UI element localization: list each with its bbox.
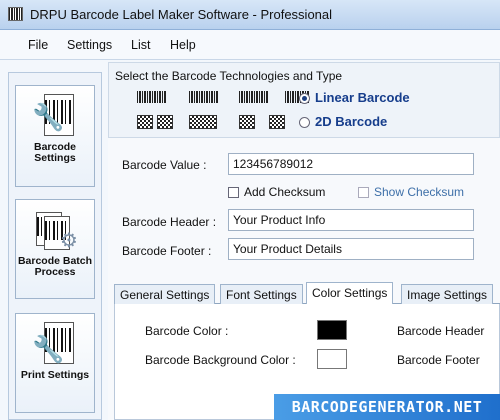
main-content: Select the Barcode Technologies and Type… <box>108 62 500 420</box>
sidebar-item-barcode-settings[interactable]: 🔧 Barcode Settings <box>15 85 95 187</box>
twod-barcode-label[interactable]: 2D Barcode <box>315 114 387 129</box>
print-settings-icon: 🔧 <box>30 320 80 368</box>
tab-font-settings[interactable]: Font Settings <box>220 284 303 304</box>
title-bar: DRPU Barcode Label Maker Software - Prof… <box>0 0 500 30</box>
barcode-footer-color-label: Barcode Footer <box>397 353 480 367</box>
app-icon <box>8 7 23 21</box>
tab-general-settings[interactable]: General Settings <box>114 284 216 304</box>
linear-barcode-label[interactable]: Linear Barcode <box>315 90 410 105</box>
menu-bar: File Settings List Help <box>0 30 500 60</box>
linear-barcode-radio[interactable] <box>299 93 310 104</box>
add-checksum-checkbox[interactable] <box>228 187 239 198</box>
barcode-settings-icon: 🔧 <box>30 92 80 140</box>
barcode-technology-group: Select the Barcode Technologies and Type… <box>108 62 500 138</box>
sidebar-item-batch-process[interactable]: ⚙ Barcode Batch Process <box>15 199 95 299</box>
tab-color-settings[interactable]: Color Settings <box>306 282 394 304</box>
barcode-footer-label: Barcode Footer : <box>122 244 212 258</box>
sidebar-item-label: Barcode Settings <box>33 141 76 164</box>
show-checksum-label[interactable]: Show Checksum <box>374 185 464 199</box>
menu-list[interactable]: List <box>131 38 150 52</box>
menu-help[interactable]: Help <box>170 38 196 52</box>
menu-settings[interactable]: Settings <box>67 38 112 52</box>
linear-sample-icon <box>189 91 219 103</box>
barcode-footer-input[interactable] <box>228 238 474 260</box>
barcode-header-input[interactable] <box>228 209 474 231</box>
sidebar-item-label: Print Settings <box>20 369 90 381</box>
twod-sample-icon <box>137 115 153 129</box>
twod-sample-icon <box>239 115 255 129</box>
settings-tabs: General Settings Font Settings Color Set… <box>114 282 500 304</box>
sidebar-item-print-settings[interactable]: 🔧 Print Settings <box>15 313 95 413</box>
barcode-value-input[interactable] <box>228 153 474 175</box>
window-title: DRPU Barcode Label Maker Software - Prof… <box>30 7 333 22</box>
tab-image-settings[interactable]: Image Settings <box>401 284 494 304</box>
sidebar-item-label: Barcode Batch Process <box>17 255 93 278</box>
menu-file[interactable]: File <box>28 38 48 52</box>
show-checksum-checkbox[interactable] <box>358 187 369 198</box>
background-color-label: Barcode Background Color : <box>145 353 296 367</box>
watermark-banner: BARCODEGENERATOR.NET <box>274 394 500 420</box>
barcode-header-label: Barcode Header : <box>122 215 217 229</box>
tech-group-title: Select the Barcode Technologies and Type <box>115 69 343 83</box>
barcode-color-swatch[interactable] <box>317 320 347 340</box>
background-color-swatch[interactable] <box>317 349 347 369</box>
sidebar: 🔧 Barcode Settings ⚙ Barcode Batch Proce… <box>8 72 102 420</box>
twod-sample-icon <box>157 115 173 129</box>
add-checksum-label[interactable]: Add Checksum <box>244 185 325 199</box>
barcode-color-label: Barcode Color : <box>145 324 229 338</box>
twod-barcode-radio[interactable] <box>299 117 310 128</box>
barcode-header-color-label: Barcode Header <box>397 324 485 338</box>
barcode-value-label: Barcode Value : <box>122 158 207 172</box>
twod-sample-icon <box>189 115 217 129</box>
twod-sample-icon <box>269 115 285 129</box>
batch-process-icon: ⚙ <box>30 206 80 254</box>
linear-sample-icon <box>137 91 167 103</box>
linear-sample-icon <box>239 91 269 103</box>
